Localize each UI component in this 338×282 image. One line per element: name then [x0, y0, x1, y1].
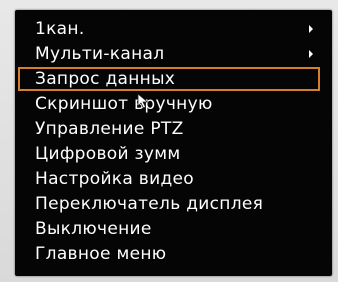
menu-item-label: 1кан.	[35, 19, 85, 39]
menu-item-digital-zoom[interactable]: Цифровой зумм	[29, 143, 321, 165]
menu-item-label: Скриншот вручную	[35, 94, 213, 114]
menu-item-label: Главное меню	[35, 244, 167, 264]
screen-frame: 1кан. Мульти-канал Запрос данных Скриншо…	[0, 0, 338, 282]
menu-item-label: Переключатель дисплея	[35, 194, 264, 214]
menu-item-label: Выключение	[35, 219, 152, 239]
menu-item-manual-screenshot[interactable]: Скриншот вручную	[29, 93, 321, 115]
context-menu: 1кан. Мульти-канал Запрос данных Скриншо…	[15, 10, 332, 276]
menu-item-label: Запрос данных	[35, 69, 176, 89]
menu-item-channel-1[interactable]: 1кан.	[29, 18, 321, 40]
menu-item-video-settings[interactable]: Настройка видео	[29, 168, 321, 190]
menu-item-label: Цифровой зумм	[35, 144, 181, 164]
menu-item-label: Управление PTZ	[35, 119, 184, 139]
menu-item-main-menu[interactable]: Главное меню	[29, 243, 321, 265]
menu-item-label: Настройка видео	[35, 169, 194, 189]
menu-item-display-switch[interactable]: Переключатель дисплея	[29, 193, 321, 215]
submenu-arrow-icon	[309, 25, 313, 33]
menu-item-multi-channel[interactable]: Мульти-канал	[29, 43, 321, 65]
submenu-arrow-icon	[309, 50, 313, 58]
menu-item-ptz-control[interactable]: Управление PTZ	[29, 118, 321, 140]
menu-item-label: Мульти-канал	[35, 44, 165, 64]
menu-item-shutdown[interactable]: Выключение	[29, 218, 321, 240]
menu-item-data-query[interactable]: Запрос данных	[18, 67, 320, 91]
mouse-cursor-icon	[137, 93, 149, 109]
